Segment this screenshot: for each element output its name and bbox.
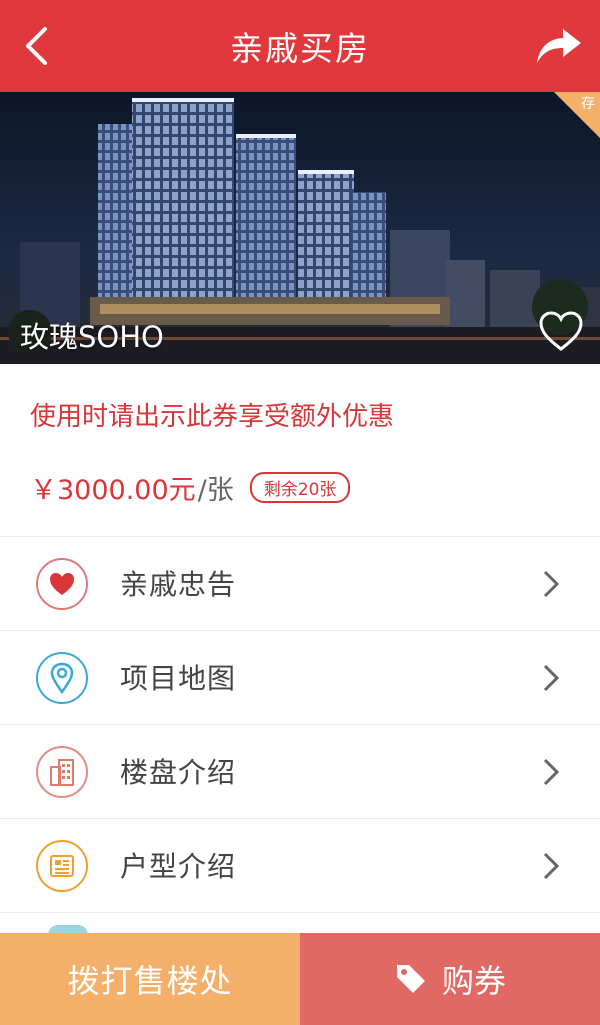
menu-item-label: 项目地图 xyxy=(120,662,237,695)
chevron-right-icon xyxy=(543,664,560,692)
menu-item-divider xyxy=(0,912,600,915)
heart-outline-icon[interactable] xyxy=(538,310,584,352)
document-icon xyxy=(36,840,88,892)
menu-item-label: 楼盘介绍 xyxy=(120,756,237,789)
map-pin-icon xyxy=(36,652,88,704)
coupon-info: 使用时请出示此券享受额外优惠 ￥3000.00元 /张 剩余20张 xyxy=(0,364,600,536)
menu-list: 亲戚忠告 项目地图 楼盘介绍 户型介绍 xyxy=(0,536,600,915)
price-row: ￥3000.00元 /张 剩余20张 xyxy=(30,468,351,507)
building-icon xyxy=(36,746,88,798)
back-button[interactable] xyxy=(14,22,58,70)
menu-item-label: 亲戚忠告 xyxy=(120,568,237,601)
menu-item-map[interactable]: 项目地图 xyxy=(0,630,600,724)
chevron-right-icon xyxy=(543,852,560,880)
project-name: 玫瑰SOHO xyxy=(20,320,164,354)
back-arrow-icon xyxy=(26,27,47,65)
call-sales-button[interactable]: 拨打售楼处 xyxy=(0,933,300,1025)
menu-item-advice[interactable]: 亲戚忠告 xyxy=(0,536,600,630)
price-unit: /张 xyxy=(197,475,234,506)
coupon-notice: 使用时请出示此券享受额外优惠 xyxy=(30,402,395,432)
tag-icon xyxy=(396,965,425,993)
buy-coupon-label: 购券 xyxy=(441,962,506,1000)
chevron-right-icon xyxy=(543,758,560,786)
share-button[interactable] xyxy=(532,22,586,70)
bottom-action-bar: 拨打售楼处 购券 xyxy=(0,933,600,1025)
remaining-badge: 剩余20张 xyxy=(249,472,351,503)
menu-item-label: 户型介绍 xyxy=(120,850,237,883)
corner-tag: 存 xyxy=(554,92,600,138)
menu-item-floorplan[interactable]: 户型介绍 xyxy=(0,818,600,912)
heart-icon xyxy=(36,558,88,610)
app-header: 亲戚买房 xyxy=(0,0,600,92)
chevron-right-icon xyxy=(543,570,560,598)
menu-item-building[interactable]: 楼盘介绍 xyxy=(0,724,600,818)
svg-text:存: 存 xyxy=(581,96,595,112)
coupon-price: ￥3000.00元 xyxy=(30,475,196,506)
page-title: 亲戚买房 xyxy=(230,29,370,68)
share-arrow-icon xyxy=(537,29,581,63)
project-hero-image: 玫瑰SOHO 存 xyxy=(0,92,600,364)
buy-coupon-button[interactable]: 购券 xyxy=(300,933,600,1025)
